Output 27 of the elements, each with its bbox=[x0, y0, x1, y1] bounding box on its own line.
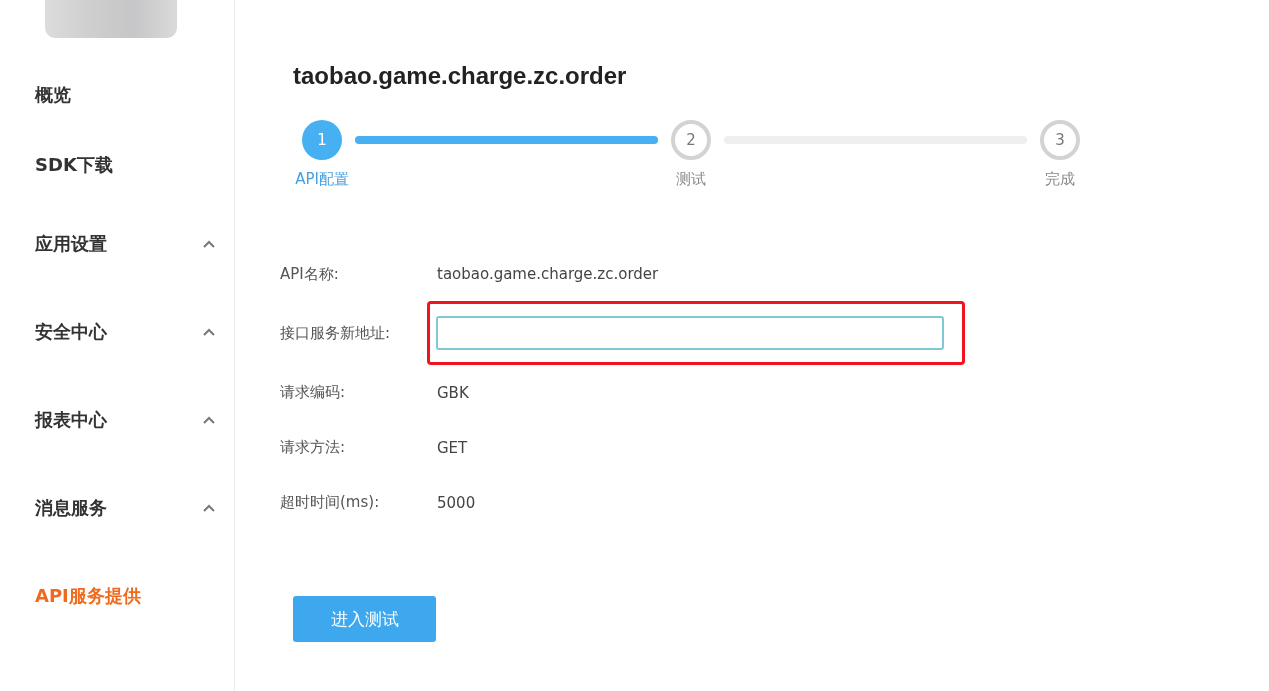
page-title: taobao.game.charge.zc.order bbox=[293, 62, 628, 90]
step-number: 2 bbox=[671, 120, 711, 160]
step-label: 完成 bbox=[1045, 170, 1075, 189]
sidebar-item[interactable]: 报表中心 bbox=[35, 408, 107, 432]
sidebar-item[interactable]: 概览 bbox=[35, 83, 71, 107]
chevron-up-icon bbox=[203, 416, 215, 424]
input-field[interactable] bbox=[436, 316, 944, 350]
field-value: GET bbox=[437, 438, 468, 457]
sidebar-item[interactable]: 消息服务 bbox=[35, 496, 107, 520]
sidebar-item[interactable]: SDK下载 bbox=[35, 153, 113, 177]
field-label: 请求方法: bbox=[280, 438, 347, 457]
field-value: GBK bbox=[437, 383, 469, 402]
field-label: 接口服务新地址: bbox=[280, 323, 392, 343]
chevron-up-icon bbox=[203, 504, 215, 512]
step-number: 1 bbox=[302, 120, 342, 160]
field-label: API名称: bbox=[280, 264, 340, 284]
sidebar-item[interactable]: 应用设置 bbox=[35, 232, 107, 256]
chevron-up-icon bbox=[203, 240, 215, 248]
field-label: 请求编码: bbox=[280, 383, 347, 402]
chevron-up-icon bbox=[203, 328, 215, 336]
sidebar-item[interactable]: 安全中心 bbox=[35, 320, 107, 344]
step-label: 测试 bbox=[676, 170, 706, 189]
field-value: taobao.game.charge.zc.order bbox=[437, 265, 659, 283]
step-number: 3 bbox=[1040, 120, 1080, 160]
step-label: API配置 bbox=[295, 170, 349, 189]
field-label: 超时时间(ms): bbox=[280, 493, 381, 512]
field-value: 5000 bbox=[437, 493, 476, 512]
